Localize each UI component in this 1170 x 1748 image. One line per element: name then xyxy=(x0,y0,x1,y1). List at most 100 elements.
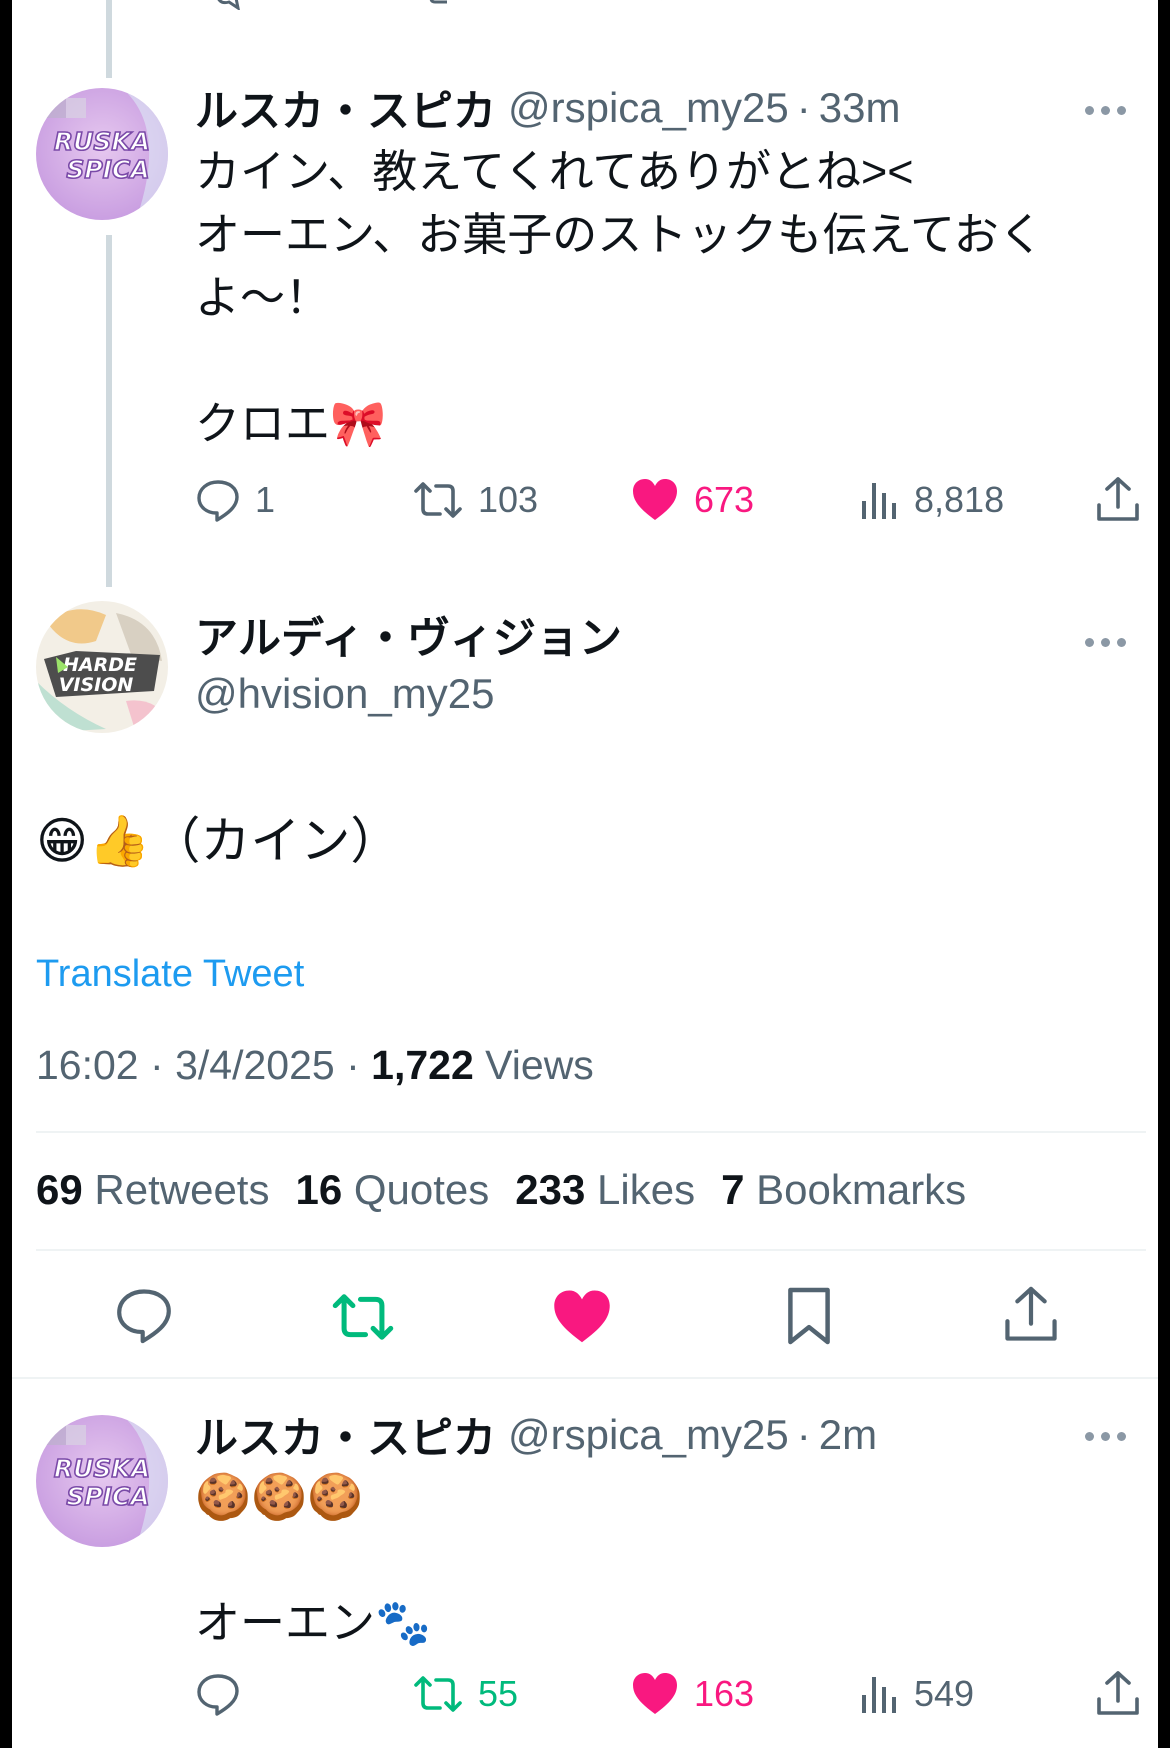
tweet1-line xyxy=(195,329,1095,392)
tweet3-dot-separator: · xyxy=(796,1411,811,1458)
retweet-icon xyxy=(414,482,462,518)
views-icon xyxy=(862,1677,896,1713)
tweet1-retweet-button[interactable]: 103 xyxy=(412,470,538,530)
tweet1-reply-button[interactable]: 1 xyxy=(195,470,275,530)
views-icon xyxy=(862,483,896,519)
tweet3-header: ルスカ・スピカ @rspica_my25 · 2m xyxy=(195,1405,877,1465)
tweet3-line: 🍪🍪🍪 xyxy=(195,1471,364,1522)
stat-quotes[interactable]: 16 Quotes xyxy=(295,1166,489,1214)
tweet2-body: 😁👍（カイン） xyxy=(36,813,401,869)
svg-text:RUSKA: RUSKA xyxy=(54,1454,150,1483)
tweet1-reply-count: 1 xyxy=(255,479,276,520)
divider xyxy=(36,1249,1146,1251)
tweet3-views-count: 549 xyxy=(914,1673,975,1714)
svg-text:SPICA: SPICA xyxy=(66,155,149,184)
previous-tweet-actions xyxy=(202,0,1142,10)
retweet-icon xyxy=(414,1676,462,1712)
tweet3-more-icon[interactable] xyxy=(1085,1426,1135,1446)
tweet1-line: カイン、教えてくれてありがとね>< xyxy=(195,146,914,197)
svg-text:HARDE: HARDE xyxy=(63,654,137,676)
share-icon xyxy=(1097,1671,1139,1715)
like-icon xyxy=(633,479,677,520)
tweet-thread-screen: RUSKA SPICA ルスカ・スピカ @rspica_my25 · 33m カ… xyxy=(12,0,1158,1748)
retweet-icon[interactable] xyxy=(427,0,467,10)
like-icon[interactable] xyxy=(550,1288,614,1346)
tweet1-more-icon[interactable] xyxy=(1085,100,1135,120)
tweet1-line: クロエ🎀 xyxy=(195,398,387,449)
tweet1-handle[interactable]: @rspica_my25 xyxy=(508,84,789,132)
stat-retweets-count: 69 xyxy=(36,1166,83,1213)
tweet2-display-name[interactable]: アルディ・ヴィジョン xyxy=(195,610,622,668)
tweet2-meta: 16:02 · 3/4/2025 · 1,722 Views xyxy=(36,1042,594,1089)
reply-icon xyxy=(197,1674,239,1716)
reply-icon[interactable] xyxy=(114,1285,174,1345)
svg-text:RUSKA: RUSKA xyxy=(54,127,150,156)
tweet2-views-label: Views xyxy=(485,1042,594,1088)
reply-icon xyxy=(197,480,239,522)
tweet3-time[interactable]: 2m xyxy=(819,1411,877,1459)
tweet1-views-count: 8,818 xyxy=(914,479,1005,520)
tweet3-retweet-count: 55 xyxy=(478,1673,519,1714)
reply-icon[interactable] xyxy=(214,0,244,10)
thread-line-middle xyxy=(106,235,112,587)
stat-quotes-label: Quotes xyxy=(353,1166,490,1213)
tweet1-line: よ～！ xyxy=(195,272,331,323)
tweet2-stats: 69 Retweets 16 Quotes 233 Likes 7 Bookma… xyxy=(36,1166,966,1214)
stat-quotes-count: 16 xyxy=(295,1166,343,1213)
tweet1-time[interactable]: 33m xyxy=(819,84,901,132)
tweet3-views-button[interactable]: 549 xyxy=(860,1664,974,1724)
avatar-hvision[interactable]: HARDE VISION xyxy=(36,601,168,733)
avatar-rspica[interactable]: RUSKA SPICA xyxy=(36,88,168,220)
share-icon xyxy=(1097,477,1139,521)
tweet2-handle[interactable]: @hvision_my25 xyxy=(195,668,622,720)
tweet1-display-name[interactable]: ルスカ・スピカ xyxy=(195,77,496,139)
share-icon[interactable] xyxy=(1002,1284,1060,1346)
tweet2-author: アルディ・ヴィジョン @hvision_my25 xyxy=(195,610,622,720)
svg-text:VISION: VISION xyxy=(59,674,134,696)
stat-likes[interactable]: 233 Likes xyxy=(515,1166,695,1214)
tweet3-line xyxy=(195,1528,1095,1591)
like-icon xyxy=(633,1673,677,1714)
tweet1-share-button[interactable] xyxy=(1095,470,1155,530)
tweet3-share-button[interactable] xyxy=(1095,1664,1155,1724)
stat-bookmarks-count: 7 xyxy=(721,1166,745,1213)
stat-retweets[interactable]: 69 Retweets xyxy=(36,1166,269,1214)
stat-likes-label: Likes xyxy=(597,1166,696,1213)
retweet-icon[interactable] xyxy=(330,1288,396,1346)
tweet1-retweet-count: 103 xyxy=(478,479,539,520)
stat-likes-count: 233 xyxy=(515,1166,586,1213)
tweet2-more-icon[interactable] xyxy=(1085,632,1135,652)
svg-text:SPICA: SPICA xyxy=(66,1482,149,1511)
bookmark-icon[interactable] xyxy=(784,1285,834,1347)
tweet2-date[interactable]: 3/4/2025 xyxy=(175,1042,335,1088)
meta-separator: · xyxy=(346,1042,360,1088)
thread-line-top xyxy=(106,0,112,78)
tweet3-body: 🍪🍪🍪 オーエン🐾 xyxy=(195,1465,1095,1654)
tweet3-like-count: 163 xyxy=(694,1673,755,1714)
stat-bookmarks-label: Bookmarks xyxy=(756,1166,967,1213)
tweet2-time[interactable]: 16:02 xyxy=(36,1042,139,1088)
translate-tweet-link[interactable]: Translate Tweet xyxy=(36,953,304,996)
tweet1-line: オーエン、お菓子のストックも伝えておく xyxy=(195,209,1044,260)
like-icon[interactable] xyxy=(642,0,682,10)
stat-retweets-label: Retweets xyxy=(94,1166,270,1213)
tweet3-handle[interactable]: @rspica_my25 xyxy=(508,1411,789,1459)
divider xyxy=(12,1377,1158,1379)
tweet3-like-button[interactable]: 163 xyxy=(630,1664,754,1724)
tweet1-views-button[interactable]: 8,818 xyxy=(860,470,1004,530)
tweet3-display-name[interactable]: ルスカ・スピカ xyxy=(195,1404,496,1466)
views-icon[interactable] xyxy=(862,0,902,10)
tweet1-dot-separator: · xyxy=(796,84,811,131)
divider xyxy=(36,1131,1146,1133)
tweet3-reply-button[interactable] xyxy=(195,1664,255,1724)
tweet3-line: オーエン🐾 xyxy=(195,1597,432,1648)
tweet1-like-button[interactable]: 673 xyxy=(630,470,754,530)
meta-separator: · xyxy=(150,1042,164,1088)
avatar-rspica[interactable]: RUSKA SPICA xyxy=(36,1415,168,1547)
share-icon[interactable] xyxy=(1092,0,1132,10)
tweet2-views-count: 1,722 xyxy=(371,1042,474,1088)
tweet1-header: ルスカ・スピカ @rspica_my25 · 33m xyxy=(195,78,900,138)
stat-bookmarks[interactable]: 7 Bookmarks xyxy=(721,1166,966,1214)
tweet1-body: カイン、教えてくれてありがとね>< オーエン、お菓子のストックも伝えておく よ～… xyxy=(195,140,1095,455)
tweet3-retweet-button[interactable]: 55 xyxy=(412,1664,518,1724)
